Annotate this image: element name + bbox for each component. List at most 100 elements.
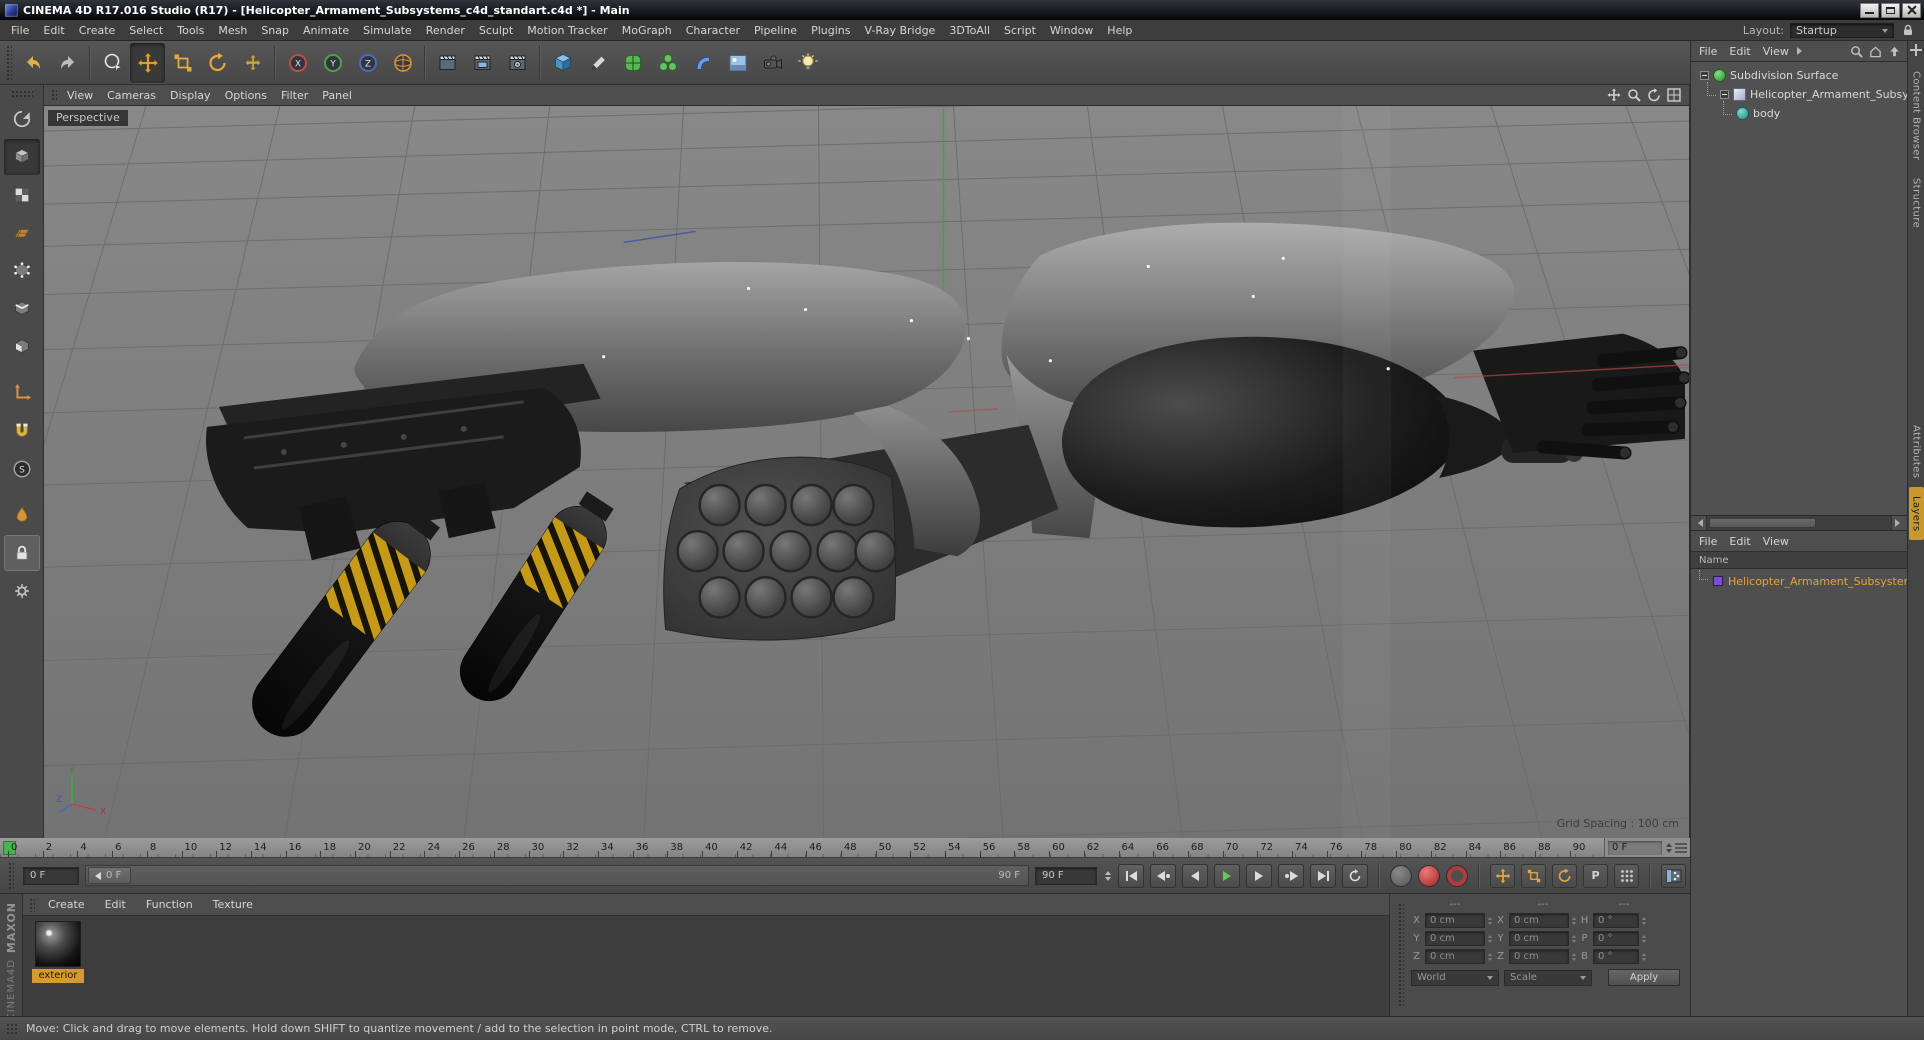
- frame-label[interactable]: 78: [1361, 838, 1396, 857]
- undo-button[interactable]: [15, 43, 50, 83]
- z-axis-lock[interactable]: Z: [350, 43, 385, 83]
- make-editable-button[interactable]: [4, 101, 40, 137]
- frame-label[interactable]: 82: [1430, 838, 1466, 857]
- viewport-menu-item[interactable]: Panel: [315, 86, 359, 105]
- material-thumbnail[interactable]: [35, 921, 81, 967]
- coordinate-system-toggle[interactable]: [385, 43, 420, 83]
- render-settings-button[interactable]: [500, 43, 535, 83]
- menu-item[interactable]: Create: [72, 21, 123, 40]
- size-x-stepper[interactable]: [1572, 913, 1576, 928]
- side-tab-attributes[interactable]: Attributes: [1909, 416, 1924, 487]
- size-y-field[interactable]: 0 cm: [1509, 931, 1569, 946]
- key-position-toggle[interactable]: [1490, 863, 1515, 888]
- redo-button[interactable]: [50, 43, 85, 83]
- material-menu-item[interactable]: Function: [136, 895, 203, 914]
- material-list[interactable]: exterior: [23, 916, 1389, 1016]
- ruler-frame-field[interactable]: 0 F: [1608, 840, 1662, 855]
- minimize-button[interactable]: [1860, 2, 1879, 18]
- menu-item[interactable]: 3DToAll: [942, 21, 997, 40]
- pos-z-stepper[interactable]: [1488, 949, 1492, 964]
- menu-item[interactable]: Animate: [296, 21, 356, 40]
- zoom-view-icon[interactable]: [1626, 87, 1642, 103]
- environment-button[interactable]: [720, 43, 755, 83]
- frame-stepper[interactable]: [1664, 840, 1673, 856]
- rot-p-stepper[interactable]: [1642, 931, 1646, 946]
- ruler-options-icon[interactable]: [1675, 842, 1687, 853]
- frame-label[interactable]: 38: [667, 838, 702, 857]
- tree-row-subdivision-surface[interactable]: Subdivision Surface: [1691, 66, 1907, 85]
- frame-label[interactable]: 34: [597, 838, 633, 857]
- keyframe-selection-button[interactable]: [1390, 864, 1412, 887]
- light-button[interactable]: [790, 43, 825, 83]
- object-manager-menu-item[interactable]: Edit: [1723, 42, 1756, 61]
- key-parameter-toggle[interactable]: P: [1583, 863, 1608, 888]
- next-frame-button[interactable]: [1246, 863, 1272, 888]
- live-selection-tool[interactable]: [95, 43, 130, 83]
- menu-item[interactable]: Select: [122, 21, 170, 40]
- joint-icon[interactable]: [1736, 107, 1749, 120]
- subdivision-surface-button[interactable]: [615, 43, 650, 83]
- frame-label[interactable]: 64: [1118, 838, 1154, 857]
- deformer-button[interactable]: [685, 43, 720, 83]
- workplane-mode-button[interactable]: [4, 215, 40, 251]
- size-z-stepper[interactable]: [1572, 949, 1576, 964]
- tree-row-body[interactable]: body: [1691, 100, 1907, 123]
- frame-label[interactable]: 60: [1049, 838, 1084, 857]
- layer-manager-menu-item[interactable]: File: [1693, 532, 1723, 551]
- key-pla-toggle[interactable]: [1614, 863, 1639, 888]
- material-item[interactable]: exterior: [31, 921, 85, 983]
- viewport-menu-item[interactable]: View: [60, 86, 100, 105]
- frame-label[interactable]: 12: [216, 838, 251, 857]
- viewport-menu-item[interactable]: Cameras: [100, 86, 163, 105]
- frame-slider-handle[interactable]: 0 F: [88, 867, 132, 884]
- object-icon[interactable]: [1733, 88, 1746, 101]
- frame-label[interactable]: 36: [632, 838, 668, 857]
- transport-grip[interactable]: [7, 861, 14, 890]
- frame-label[interactable]: 66: [1153, 838, 1188, 857]
- render-view-button[interactable]: [430, 43, 465, 83]
- frame-label[interactable]: 62: [1083, 838, 1119, 857]
- frame-label[interactable]: 48: [840, 838, 876, 857]
- viewport-canvas[interactable]: Perspective Grid Spacing : 100 cm Y X Z: [44, 106, 1689, 838]
- material-grip[interactable]: [28, 897, 35, 912]
- subdivision-surface-icon[interactable]: [1713, 69, 1726, 82]
- menu-item[interactable]: Help: [1100, 21, 1139, 40]
- menu-item[interactable]: Motion Tracker: [520, 21, 614, 40]
- frame-label[interactable]: 14: [250, 838, 286, 857]
- lock-workplane-button[interactable]: [3, 535, 40, 571]
- points-mode-button[interactable]: [4, 253, 40, 289]
- frame-label[interactable]: 90: [1569, 838, 1605, 857]
- next-key-button[interactable]: [1278, 863, 1304, 888]
- frame-label[interactable]: 52: [910, 838, 945, 857]
- material-name[interactable]: exterior: [32, 969, 84, 983]
- frame-label[interactable]: 10: [181, 838, 217, 857]
- end-frame-field[interactable]: 90 F: [1035, 866, 1097, 885]
- object-manager-scrollbar[interactable]: [1691, 516, 1907, 531]
- viewport-menu-item[interactable]: Display: [163, 86, 218, 105]
- object-manager-menu-item[interactable]: File: [1693, 42, 1723, 61]
- loop-button[interactable]: [1342, 863, 1368, 888]
- layer-list[interactable]: Helicopter_Armament_Subsystems: [1691, 569, 1920, 1016]
- frame-label[interactable]: 0: [8, 838, 43, 857]
- size-x-field[interactable]: 0 cm: [1509, 913, 1569, 928]
- position-header[interactable]: ---: [1411, 899, 1499, 910]
- menu-item[interactable]: V-Ray Bridge: [857, 21, 942, 40]
- scale-tool[interactable]: [165, 43, 200, 83]
- menu-item[interactable]: Pipeline: [747, 21, 804, 40]
- rotate-tool[interactable]: [200, 43, 235, 83]
- frame-label[interactable]: 8: [146, 838, 182, 857]
- current-frame-field[interactable]: 0 F: [23, 866, 79, 885]
- go-to-end-button[interactable]: [1310, 863, 1336, 888]
- frame-label[interactable]: 88: [1534, 838, 1570, 857]
- object-tree[interactable]: Subdivision Surface Helicopter_Armament_…: [1691, 62, 1907, 515]
- expander-icon[interactable]: [1720, 90, 1729, 99]
- menu-item[interactable]: Character: [679, 21, 747, 40]
- snap-settings-button[interactable]: [4, 573, 40, 609]
- menu-item[interactable]: Edit: [36, 21, 71, 40]
- menu-item[interactable]: Render: [419, 21, 472, 40]
- edges-mode-button[interactable]: [4, 291, 40, 327]
- frame-label[interactable]: 28: [493, 838, 529, 857]
- frame-label[interactable]: 16: [285, 838, 321, 857]
- pos-y-field[interactable]: 0 cm: [1425, 931, 1485, 946]
- texture-mode-button[interactable]: [4, 177, 40, 213]
